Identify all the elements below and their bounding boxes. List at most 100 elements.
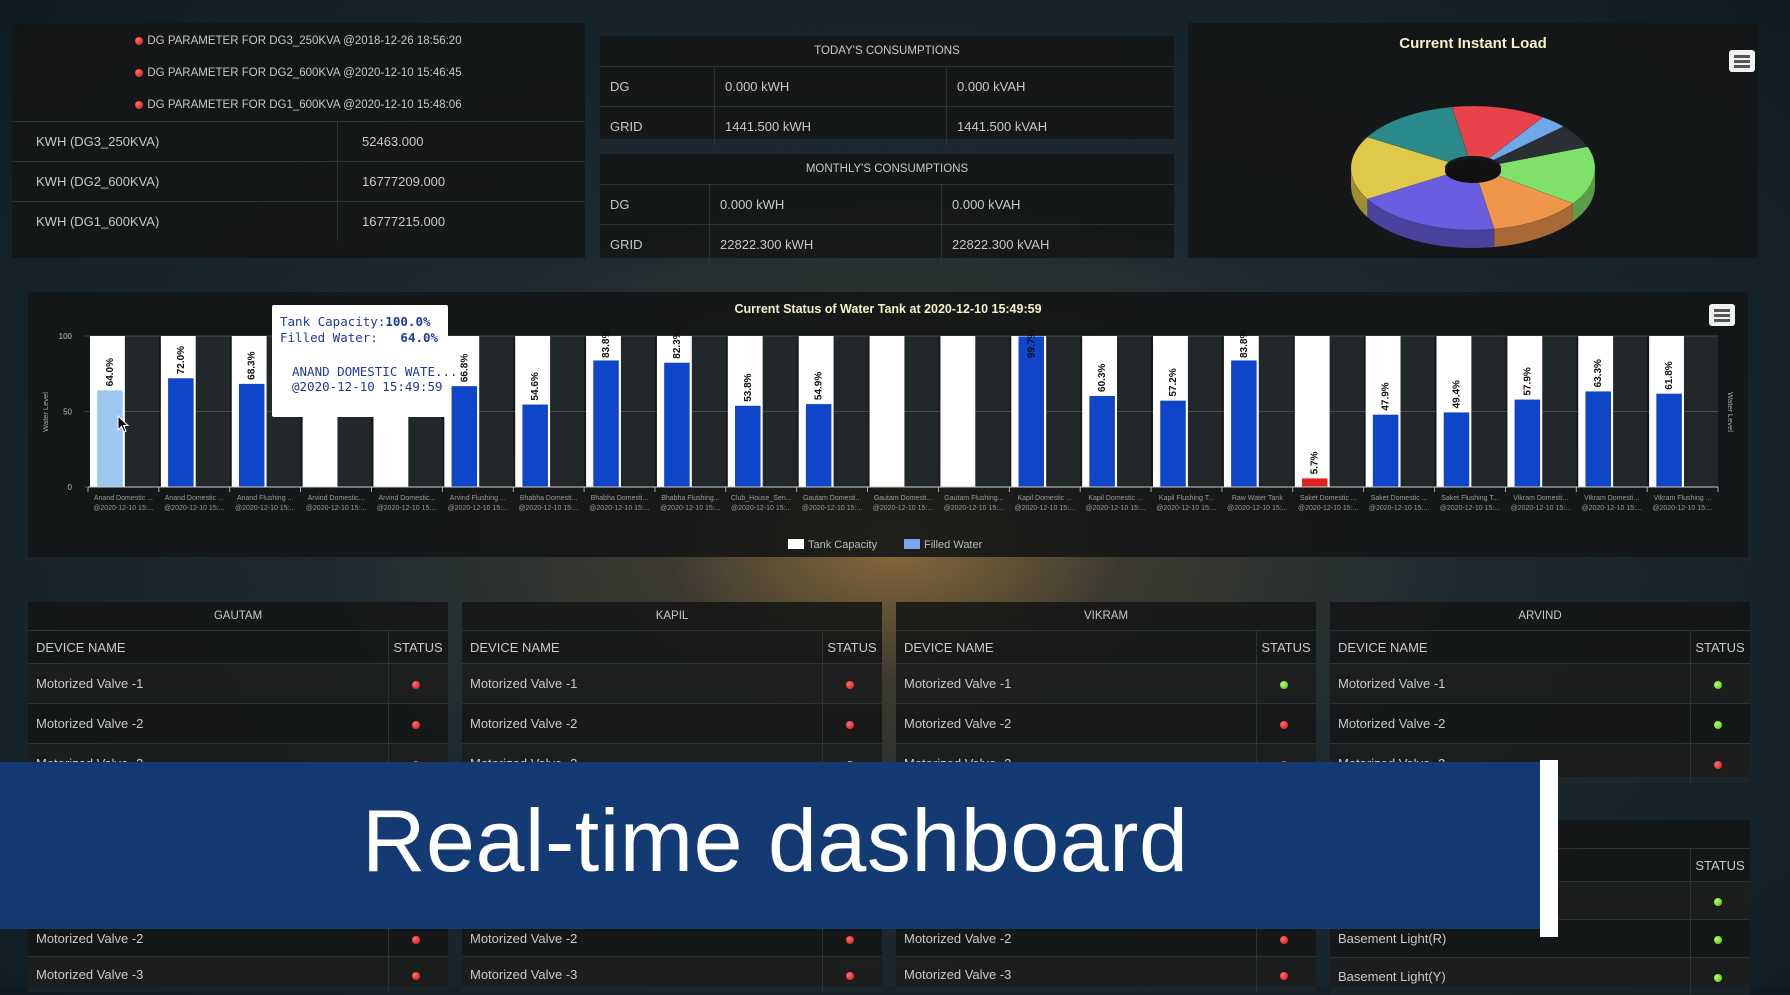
table-header-row: DEVICE NAMESTATUS (462, 631, 882, 664)
data-label: 61.8% (1664, 361, 1675, 389)
filled-water-bar (452, 386, 478, 487)
x-tick-date: @2020-12-10 15:... (660, 505, 720, 512)
x-tick-date: @2020-12-10 15:... (448, 505, 508, 512)
device-name: Motorized Valve -2 (462, 704, 823, 744)
filled-water-bar (97, 390, 123, 487)
x-tick-label: Kapil Domestic ... (1088, 495, 1143, 502)
data-label: 54.9% (814, 372, 825, 400)
x-tick-label: Arvind Domestic... (379, 495, 436, 502)
status-dot-icon (1714, 681, 1722, 689)
tooltip-time: @2020-12-10 15:49:59 (292, 379, 443, 394)
device-name-header: DEVICE NAME (462, 631, 823, 664)
status-header: STATUS (389, 631, 449, 664)
y-tick-label: 0 (68, 483, 73, 492)
tooltip-filled-label: Filled Water: (280, 330, 378, 345)
cons-kwh: 0.000 kWH (710, 185, 942, 225)
todays-consumption-panel: TODAY'S CONSUMPTIONS DG0.000 kWH0.000 kV… (600, 36, 1174, 139)
data-label: 83.8% (601, 330, 612, 358)
device-table-title: ARVIND (1330, 602, 1750, 630)
device-table-kapil: KAPILDEVICE NAMESTATUSMotorized Valve -1… (462, 602, 882, 777)
device-table-title: KAPIL (462, 602, 882, 630)
cons-kwh: 1441.500 kWH (715, 107, 947, 147)
status-dot-icon (412, 721, 420, 729)
legend-item-filled: Filled Water (924, 539, 983, 551)
x-tick-date: @2020-12-10 15:... (1298, 505, 1358, 512)
device-name-header: DEVICE NAME (1330, 631, 1691, 664)
device-name-header: DEVICE NAME (28, 631, 389, 664)
device-name: Motorized Valve -1 (28, 664, 389, 704)
device-table-title: GAUTAM (28, 602, 448, 630)
status-dot-icon (846, 936, 854, 944)
kwh-value: 16777209.000 (338, 162, 586, 202)
device-name: Motorized Valve -1 (462, 664, 823, 704)
status-dot-icon (1714, 721, 1722, 729)
data-label: 57.2% (1168, 368, 1179, 396)
x-tick-date: @2020-12-10 15:... (873, 505, 933, 512)
table-row: GRID1441.500 kWH1441.500 kVAH (600, 107, 1174, 147)
status-cell (1257, 664, 1317, 704)
filled-water-bar (806, 404, 832, 487)
x-tick-date: @2020-12-10 15:... (1440, 505, 1500, 512)
table-row: Motorized Valve -2 (1330, 704, 1750, 744)
x-tick-date: @2020-12-10 15:... (377, 505, 437, 512)
data-label: 83.8% (1239, 330, 1250, 358)
x-tick-label: Gautam Flushing... (944, 495, 1003, 502)
filled-water-bar (522, 405, 548, 487)
status-dot-icon (1714, 898, 1722, 906)
x-tick-label: Arvind Flushing ... (450, 495, 506, 502)
status-cell (1691, 744, 1751, 784)
data-label: 82.3% (672, 330, 683, 358)
status-dot-icon (1714, 936, 1722, 944)
data-label: 64.0% (105, 358, 116, 386)
table-row: Motorized Valve -3 (462, 957, 882, 993)
x-tick-label: Bhabha Domesti... (591, 495, 649, 502)
x-tick-label: Kapil Domestic ... (1018, 495, 1073, 502)
device-name: Motorized Valve -1 (1330, 664, 1691, 704)
status-dot-icon (846, 681, 854, 689)
cons-kvah: 0.000 kVAH (942, 185, 1175, 225)
status-dot-icon (846, 972, 854, 980)
x-tick-label: Anand Domestic ... (94, 495, 153, 502)
chart-tooltip: Tank Capacity:100.0% Filled Water: 64.0%… (272, 305, 448, 417)
y-tick-label: 50 (63, 408, 72, 417)
data-label: 60.3% (1097, 363, 1108, 391)
tooltip-capacity-label: Tank Capacity: (280, 314, 385, 329)
status-cell (389, 664, 449, 704)
x-tick-date: @2020-12-10 15:... (731, 505, 791, 512)
table-row: Motorized Valve -3 (28, 957, 448, 993)
device-table-arvind: ARVINDDEVICE NAMESTATUSMotorized Valve -… (1330, 602, 1750, 777)
device-table-title: VIKRAM (896, 602, 1316, 630)
x-tick-label: Gautam Domesti... (874, 495, 932, 502)
legend-swatch-filled (904, 539, 920, 549)
cons-kwh: 22822.300 kWH (710, 225, 942, 265)
tooltip-name: ANAND DOMESTIC WATE... (292, 364, 458, 379)
tank-capacity-bar (870, 336, 905, 487)
filled-water-bar (1656, 394, 1682, 487)
filled-water-bar (239, 384, 265, 487)
status-cell (1691, 958, 1751, 995)
status-cell (389, 704, 449, 744)
filled-water-bar (1444, 412, 1470, 487)
tooltip-capacity-value: 100.0% (385, 314, 430, 329)
monthly-consumption-table: DG0.000 kWH0.000 kVAH GRID22822.300 kWH2… (600, 184, 1174, 264)
device-table: Motorized Valve -2Motorized Valve -3 (28, 920, 448, 992)
data-label: 63.3% (1593, 359, 1604, 387)
data-label: 47.9% (1381, 382, 1392, 410)
device-table-gautam: GAUTAMDEVICE NAMESTATUSMotorized Valve -… (28, 602, 448, 777)
device-name: Motorized Valve -2 (896, 704, 1257, 744)
table-header-row: DEVICE NAMESTATUS (1330, 631, 1750, 664)
x-tick-label: Saket Domestic ... (1371, 495, 1428, 502)
instant-load-panel: Current Instant Load (1188, 23, 1758, 258)
status-dot-icon (135, 69, 143, 77)
x-tick-label: Gautam Domesti... (803, 495, 861, 502)
x-tick-date: @2020-12-10 15:... (235, 505, 295, 512)
status-dot-icon (846, 721, 854, 729)
x-tick-label: Vikram Flushing ... (1654, 495, 1712, 502)
mouse-cursor-icon (117, 415, 131, 435)
table-row: Motorized Valve -1 (896, 664, 1316, 704)
x-tick-label: Bhabha Flushing... (661, 495, 719, 502)
device-name: Motorized Valve -3 (462, 957, 823, 993)
table-row: Motorized Valve -2 (896, 704, 1316, 744)
x-tick-label: Anand Flushing ... (237, 495, 293, 502)
status-cell (1257, 704, 1317, 744)
